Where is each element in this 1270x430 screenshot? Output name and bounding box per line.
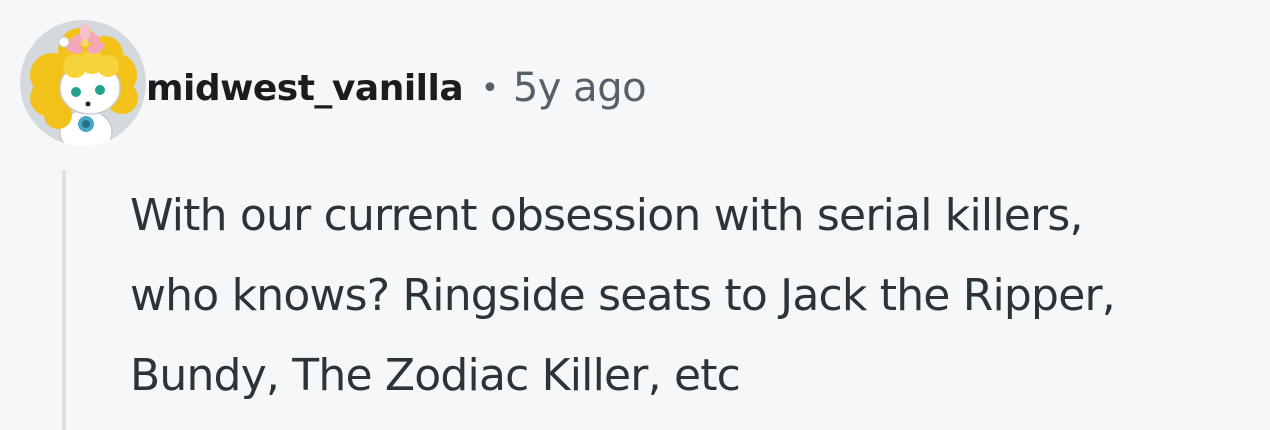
avatar-snoo-icon: [20, 20, 146, 146]
comment-body-line: who knows? Ringside seats to Jack the Ri…: [130, 270, 1116, 321]
meta-separator: •: [481, 70, 499, 106]
comment-body-line: Bundy, The Zodiac Killer, etc: [130, 350, 741, 401]
comment-body-line: With our current obsession with serial k…: [130, 190, 1083, 241]
comment-header: midwest_vanilla • 5y ago: [146, 58, 647, 118]
avatar[interactable]: [20, 20, 146, 146]
author-username[interactable]: midwest_vanilla: [146, 68, 464, 109]
comment-timestamp[interactable]: 5y ago: [513, 65, 647, 111]
thread-collapse-line[interactable]: [62, 170, 66, 430]
comment: midwest_vanilla • 5y ago With our curren…: [0, 0, 1270, 430]
comment-body: With our current obsession with serial k…: [130, 176, 1265, 416]
